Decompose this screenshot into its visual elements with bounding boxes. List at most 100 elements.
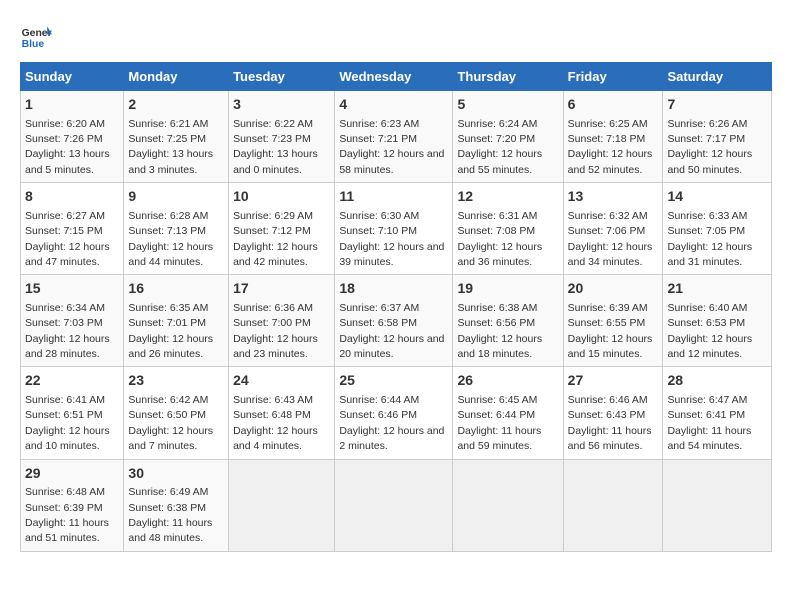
day-cell: 28 Sunrise: 6:47 AMSunset: 6:41 PMDaylig…: [663, 367, 772, 459]
day-content: Sunrise: 6:22 AMSunset: 7:23 PMDaylight:…: [233, 118, 318, 176]
day-content: Sunrise: 6:33 AMSunset: 7:05 PMDaylight:…: [667, 210, 752, 268]
day-cell: 3 Sunrise: 6:22 AMSunset: 7:23 PMDayligh…: [229, 91, 335, 183]
day-cell: 25 Sunrise: 6:44 AMSunset: 6:46 PMDaylig…: [335, 367, 453, 459]
day-cell: 26 Sunrise: 6:45 AMSunset: 6:44 PMDaylig…: [453, 367, 563, 459]
day-number: 5: [457, 95, 558, 115]
day-cell: 22 Sunrise: 6:41 AMSunset: 6:51 PMDaylig…: [21, 367, 124, 459]
header-cell-sunday: Sunday: [21, 63, 124, 91]
day-number: 3: [233, 95, 330, 115]
day-cell: 30 Sunrise: 6:49 AMSunset: 6:38 PMDaylig…: [124, 459, 229, 551]
day-number: 4: [339, 95, 448, 115]
day-content: Sunrise: 6:32 AMSunset: 7:06 PMDaylight:…: [568, 210, 653, 268]
logo-icon: General Blue: [20, 20, 52, 52]
week-row-1: 1 Sunrise: 6:20 AMSunset: 7:26 PMDayligh…: [21, 91, 772, 183]
day-number: 30: [128, 464, 224, 484]
day-number: 13: [568, 187, 659, 207]
day-number: 28: [667, 371, 767, 391]
day-cell: [453, 459, 563, 551]
week-row-4: 22 Sunrise: 6:41 AMSunset: 6:51 PMDaylig…: [21, 367, 772, 459]
day-content: Sunrise: 6:37 AMSunset: 6:58 PMDaylight:…: [339, 302, 444, 360]
day-cell: 10 Sunrise: 6:29 AMSunset: 7:12 PMDaylig…: [229, 183, 335, 275]
day-number: 26: [457, 371, 558, 391]
day-number: 2: [128, 95, 224, 115]
day-content: Sunrise: 6:24 AMSunset: 7:20 PMDaylight:…: [457, 118, 542, 176]
day-number: 22: [25, 371, 119, 391]
day-content: Sunrise: 6:41 AMSunset: 6:51 PMDaylight:…: [25, 394, 110, 452]
day-cell: 1 Sunrise: 6:20 AMSunset: 7:26 PMDayligh…: [21, 91, 124, 183]
day-content: Sunrise: 6:40 AMSunset: 6:53 PMDaylight:…: [667, 302, 752, 360]
day-content: Sunrise: 6:47 AMSunset: 6:41 PMDaylight:…: [667, 394, 751, 452]
day-cell: 24 Sunrise: 6:43 AMSunset: 6:48 PMDaylig…: [229, 367, 335, 459]
week-row-2: 8 Sunrise: 6:27 AMSunset: 7:15 PMDayligh…: [21, 183, 772, 275]
day-content: Sunrise: 6:28 AMSunset: 7:13 PMDaylight:…: [128, 210, 213, 268]
day-content: Sunrise: 6:42 AMSunset: 6:50 PMDaylight:…: [128, 394, 213, 452]
day-cell: 13 Sunrise: 6:32 AMSunset: 7:06 PMDaylig…: [563, 183, 663, 275]
day-content: Sunrise: 6:27 AMSunset: 7:15 PMDaylight:…: [25, 210, 110, 268]
day-content: Sunrise: 6:29 AMSunset: 7:12 PMDaylight:…: [233, 210, 318, 268]
day-number: 1: [25, 95, 119, 115]
day-content: Sunrise: 6:43 AMSunset: 6:48 PMDaylight:…: [233, 394, 318, 452]
day-cell: 18 Sunrise: 6:37 AMSunset: 6:58 PMDaylig…: [335, 275, 453, 367]
day-number: 24: [233, 371, 330, 391]
day-number: 8: [25, 187, 119, 207]
day-content: Sunrise: 6:34 AMSunset: 7:03 PMDaylight:…: [25, 302, 110, 360]
day-cell: 7 Sunrise: 6:26 AMSunset: 7:17 PMDayligh…: [663, 91, 772, 183]
day-content: Sunrise: 6:49 AMSunset: 6:38 PMDaylight:…: [128, 486, 212, 544]
day-number: 14: [667, 187, 767, 207]
day-cell: 9 Sunrise: 6:28 AMSunset: 7:13 PMDayligh…: [124, 183, 229, 275]
day-content: Sunrise: 6:46 AMSunset: 6:43 PMDaylight:…: [568, 394, 652, 452]
day-content: Sunrise: 6:31 AMSunset: 7:08 PMDaylight:…: [457, 210, 542, 268]
day-cell: 5 Sunrise: 6:24 AMSunset: 7:20 PMDayligh…: [453, 91, 563, 183]
day-content: Sunrise: 6:36 AMSunset: 7:00 PMDaylight:…: [233, 302, 318, 360]
header-row: SundayMondayTuesdayWednesdayThursdayFrid…: [21, 63, 772, 91]
day-content: Sunrise: 6:44 AMSunset: 6:46 PMDaylight:…: [339, 394, 444, 452]
day-cell: 2 Sunrise: 6:21 AMSunset: 7:25 PMDayligh…: [124, 91, 229, 183]
day-cell: 6 Sunrise: 6:25 AMSunset: 7:18 PMDayligh…: [563, 91, 663, 183]
day-number: 21: [667, 279, 767, 299]
day-number: 19: [457, 279, 558, 299]
day-content: Sunrise: 6:25 AMSunset: 7:18 PMDaylight:…: [568, 118, 653, 176]
logo: General Blue: [20, 20, 52, 52]
day-cell: 20 Sunrise: 6:39 AMSunset: 6:55 PMDaylig…: [563, 275, 663, 367]
header-cell-thursday: Thursday: [453, 63, 563, 91]
day-cell: 21 Sunrise: 6:40 AMSunset: 6:53 PMDaylig…: [663, 275, 772, 367]
day-number: 10: [233, 187, 330, 207]
week-row-3: 15 Sunrise: 6:34 AMSunset: 7:03 PMDaylig…: [21, 275, 772, 367]
day-cell: [335, 459, 453, 551]
day-number: 11: [339, 187, 448, 207]
day-number: 6: [568, 95, 659, 115]
day-content: Sunrise: 6:30 AMSunset: 7:10 PMDaylight:…: [339, 210, 444, 268]
day-content: Sunrise: 6:39 AMSunset: 6:55 PMDaylight:…: [568, 302, 653, 360]
day-cell: [229, 459, 335, 551]
header-cell-wednesday: Wednesday: [335, 63, 453, 91]
header-cell-monday: Monday: [124, 63, 229, 91]
day-content: Sunrise: 6:38 AMSunset: 6:56 PMDaylight:…: [457, 302, 542, 360]
day-number: 15: [25, 279, 119, 299]
day-cell: 23 Sunrise: 6:42 AMSunset: 6:50 PMDaylig…: [124, 367, 229, 459]
page-header: General Blue: [20, 20, 772, 52]
day-cell: [663, 459, 772, 551]
day-number: 18: [339, 279, 448, 299]
day-content: Sunrise: 6:35 AMSunset: 7:01 PMDaylight:…: [128, 302, 213, 360]
day-content: Sunrise: 6:45 AMSunset: 6:44 PMDaylight:…: [457, 394, 541, 452]
day-cell: 8 Sunrise: 6:27 AMSunset: 7:15 PMDayligh…: [21, 183, 124, 275]
day-number: 16: [128, 279, 224, 299]
day-cell: 16 Sunrise: 6:35 AMSunset: 7:01 PMDaylig…: [124, 275, 229, 367]
day-cell: 12 Sunrise: 6:31 AMSunset: 7:08 PMDaylig…: [453, 183, 563, 275]
day-content: Sunrise: 6:23 AMSunset: 7:21 PMDaylight:…: [339, 118, 444, 176]
day-content: Sunrise: 6:20 AMSunset: 7:26 PMDaylight:…: [25, 118, 110, 176]
day-number: 7: [667, 95, 767, 115]
day-cell: 17 Sunrise: 6:36 AMSunset: 7:00 PMDaylig…: [229, 275, 335, 367]
day-cell: 27 Sunrise: 6:46 AMSunset: 6:43 PMDaylig…: [563, 367, 663, 459]
day-content: Sunrise: 6:48 AMSunset: 6:39 PMDaylight:…: [25, 486, 109, 544]
day-number: 27: [568, 371, 659, 391]
day-number: 12: [457, 187, 558, 207]
week-row-5: 29 Sunrise: 6:48 AMSunset: 6:39 PMDaylig…: [21, 459, 772, 551]
day-cell: [563, 459, 663, 551]
calendar-table: SundayMondayTuesdayWednesdayThursdayFrid…: [20, 62, 772, 552]
svg-text:Blue: Blue: [22, 39, 45, 50]
day-number: 29: [25, 464, 119, 484]
day-cell: 15 Sunrise: 6:34 AMSunset: 7:03 PMDaylig…: [21, 275, 124, 367]
day-cell: 11 Sunrise: 6:30 AMSunset: 7:10 PMDaylig…: [335, 183, 453, 275]
header-cell-friday: Friday: [563, 63, 663, 91]
